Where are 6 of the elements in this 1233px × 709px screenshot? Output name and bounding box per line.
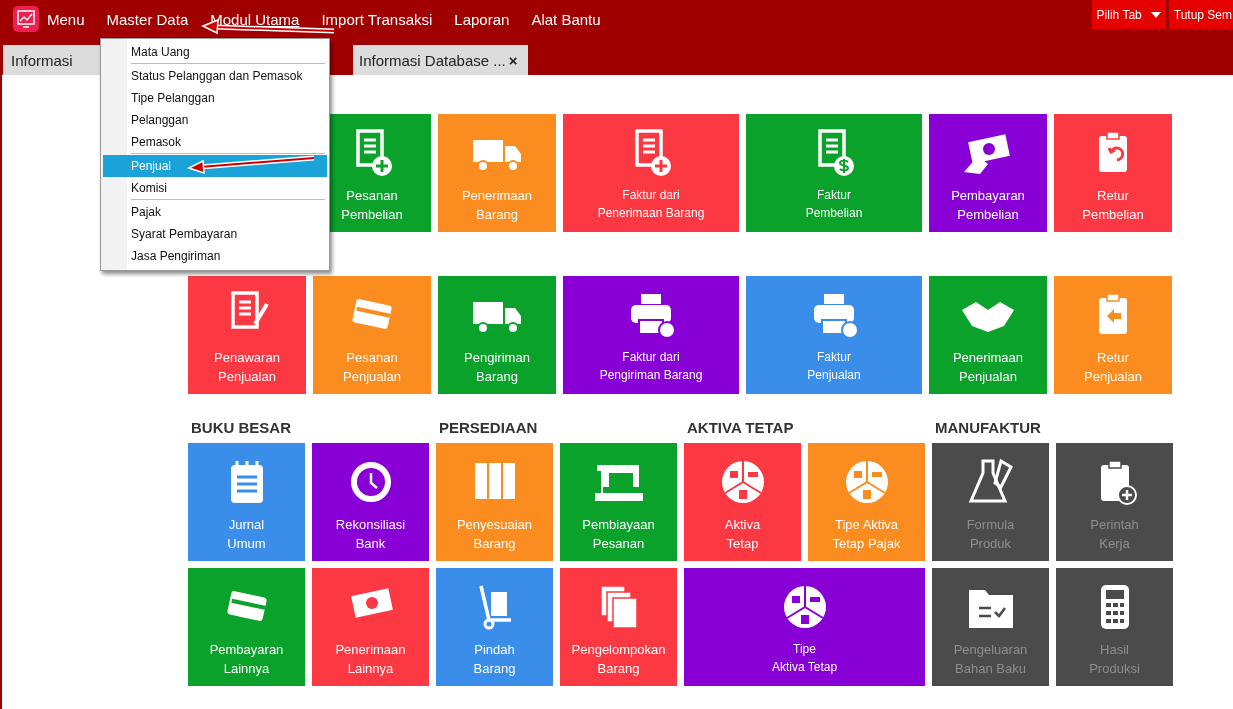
- section-heading: AKTIVA TETAP: [686, 419, 795, 438]
- tab-label: Informasi Database ...: [359, 51, 506, 69]
- section-heading: BUKU BESAR: [190, 419, 292, 438]
- section-heading: PERSEDIAAN: [438, 419, 539, 438]
- section-heading: MANUFAKTUR: [934, 419, 1042, 438]
- tab-label: Informasi: [11, 51, 73, 69]
